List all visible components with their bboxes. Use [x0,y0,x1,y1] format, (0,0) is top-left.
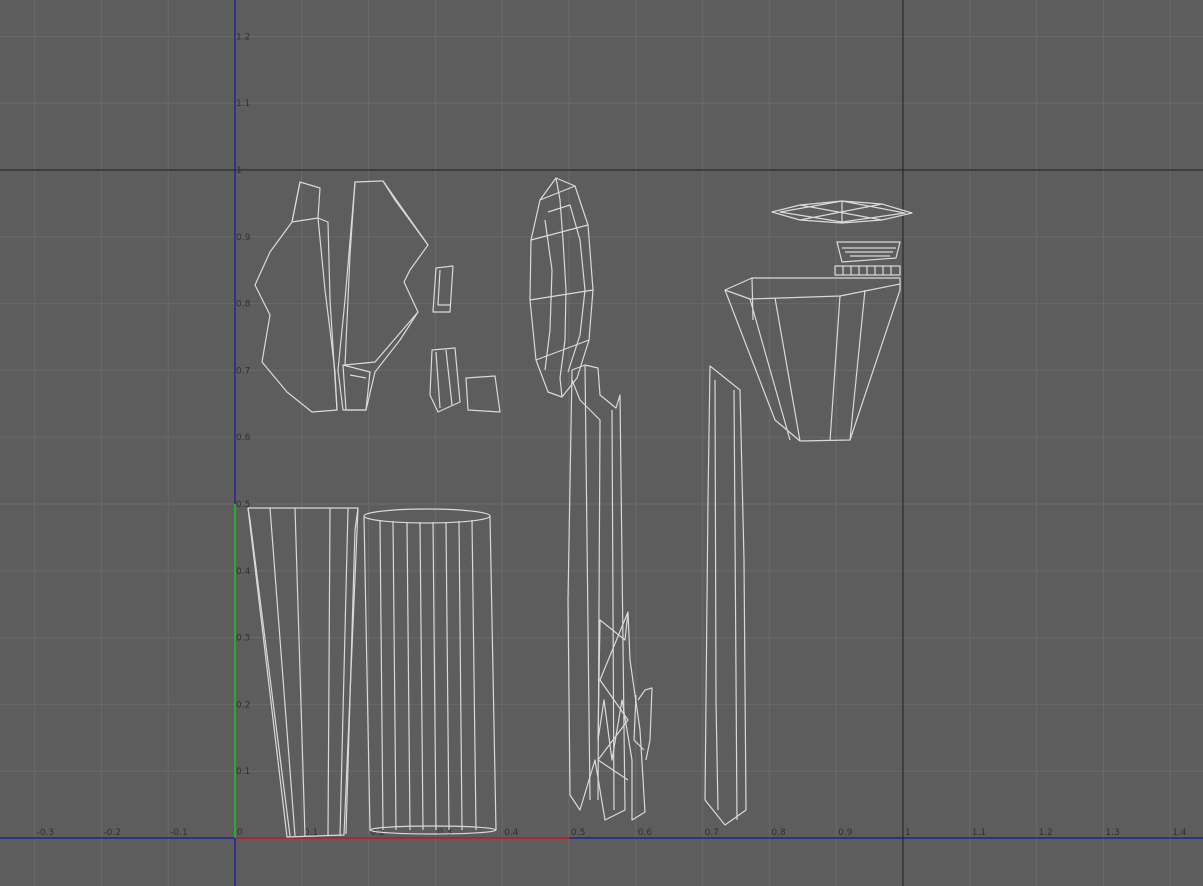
u-tick-label: -0.1 [170,828,188,838]
v-tick-label: 0.7 [236,366,250,376]
u-tick-label: 0.8 [771,828,786,838]
v-tick-label: 0.6 [236,433,251,443]
u-tick-label: 1.2 [1039,828,1053,838]
v-tick-label: 0.3 [236,634,250,644]
v-tick-label: 0.4 [236,567,251,577]
v-tick-label: 0.1 [236,767,250,777]
u-tick-label: -0.2 [103,828,121,838]
v-tick-label: 1.1 [236,99,250,109]
uv-editor-viewport[interactable]: -0.3 -0.2 -0.1 0 0.1 0.2 0.3 0.4 0.5 0.6 0.7 0.8 0.9… [0,0,1203,886]
u-tick-label: 1.3 [1105,828,1119,838]
v-tick-label: 0.8 [236,300,251,310]
u-tick-label: 1.4 [1172,828,1187,838]
u-tick-label: 1.1 [972,828,986,838]
u-tick-label: 0.5 [571,828,585,838]
v-tick-label: 1.2 [236,32,250,42]
u-tick-label: 1 [905,828,911,838]
u-tick-label: -0.3 [37,828,55,838]
u-tick-label: 0.7 [705,828,719,838]
u-tick-label: 0 [237,828,243,838]
u-tick-label: 0.6 [638,828,653,838]
u-tick-label: 0.4 [504,828,519,838]
v-tick-label: 0.2 [236,700,250,710]
v-tick-label: 0.9 [236,233,251,243]
u-tick-label: 0.9 [838,828,853,838]
viewport-background [0,0,1203,886]
v-tick-label: 1 [236,166,242,176]
